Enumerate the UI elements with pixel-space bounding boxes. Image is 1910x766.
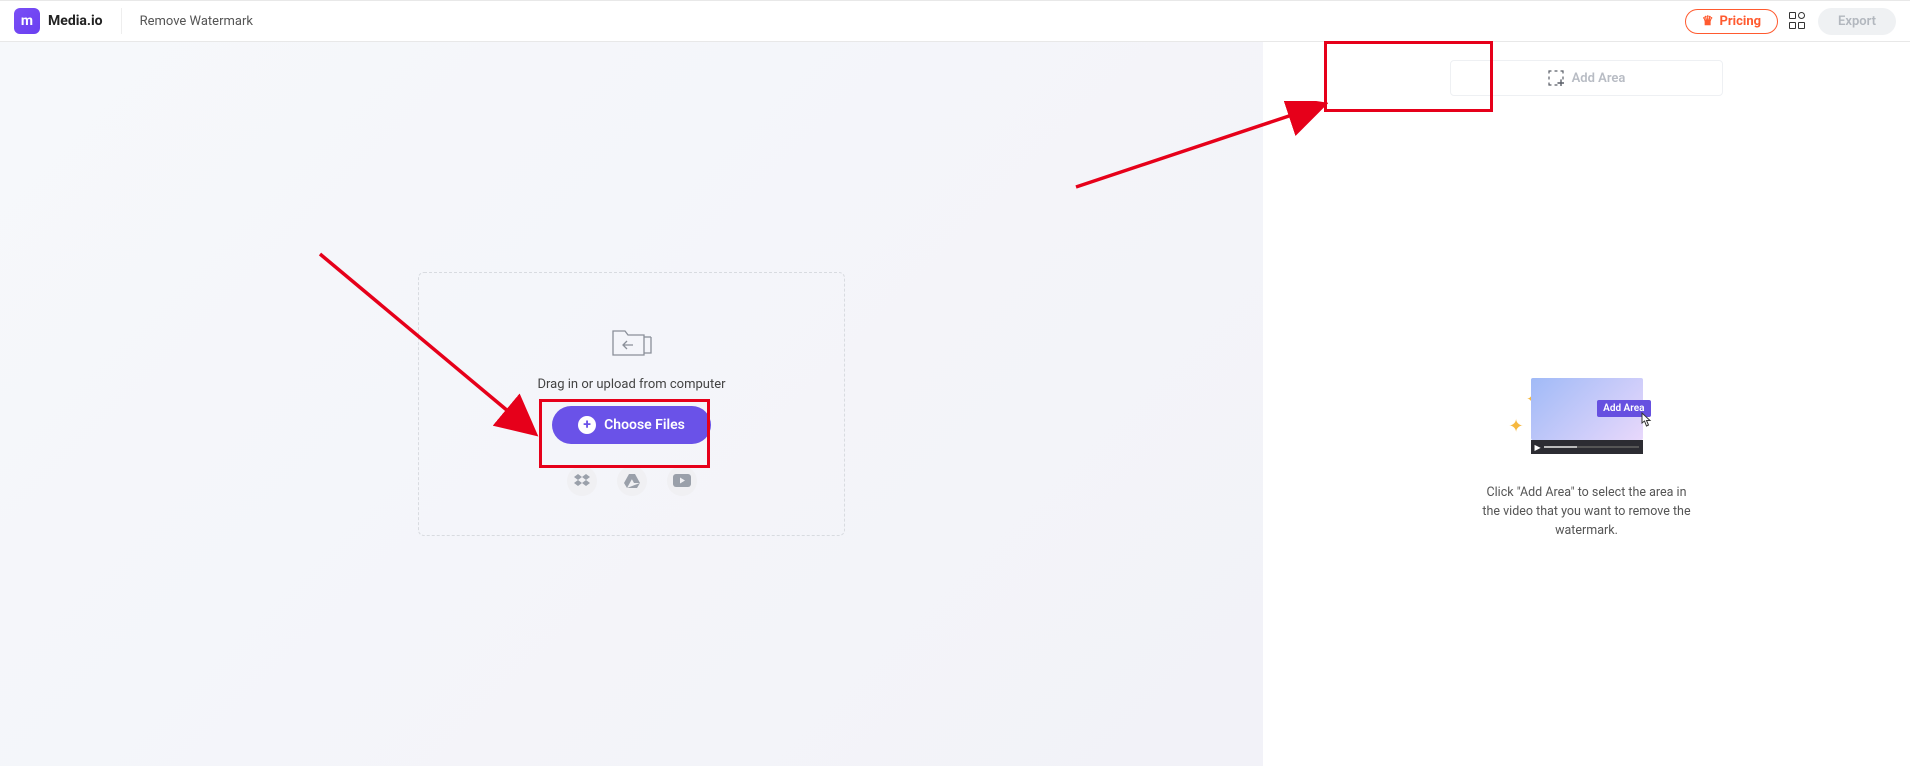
dropbox-icon[interactable] xyxy=(567,466,597,496)
google-drive-icon[interactable] xyxy=(617,466,647,496)
upload-dropzone[interactable]: Drag in or upload from computer + Choose… xyxy=(418,272,845,536)
help-text: Click "Add Area" to select the area in t… xyxy=(1477,484,1697,540)
brand-name: Media.io xyxy=(48,13,103,29)
pricing-label: Pricing xyxy=(1720,14,1762,29)
app-header: m Media.io Remove Watermark ♛ Pricing Ex… xyxy=(0,0,1910,42)
play-icon: ▶ xyxy=(1535,443,1541,452)
page-title: Remove Watermark xyxy=(121,8,253,34)
preview-timeline: ▶ xyxy=(1531,440,1643,454)
pricing-button[interactable]: ♛ Pricing xyxy=(1685,9,1778,34)
upload-hint-text: Drag in or upload from computer xyxy=(537,377,725,392)
cloud-provider-row xyxy=(567,466,697,496)
brand-logo-icon: m xyxy=(14,8,40,34)
cursor-pointer-icon xyxy=(1639,412,1653,432)
preview-thumbnail: ✦ ✦ Add Area ▶ xyxy=(1531,378,1643,454)
header-actions: ♛ Pricing Export xyxy=(1685,8,1896,35)
choose-files-label: Choose Files xyxy=(604,417,685,433)
help-preview: ✦ ✦ Add Area ▶ Click "Add Area" to selec… xyxy=(1477,378,1697,540)
add-area-label: Add Area xyxy=(1572,71,1626,86)
main-area: Drag in or upload from computer + Choose… xyxy=(0,42,1910,766)
canvas-area: Drag in or upload from computer + Choose… xyxy=(0,42,1263,766)
youtube-icon[interactable] xyxy=(667,466,697,496)
logo-group[interactable]: m Media.io xyxy=(14,8,103,34)
sparkle-icon: ✦ xyxy=(1509,416,1524,437)
plus-circle-icon: + xyxy=(578,416,596,434)
add-area-button[interactable]: Add Area xyxy=(1450,60,1723,96)
export-button[interactable]: Export xyxy=(1818,8,1896,35)
apps-grid-icon[interactable] xyxy=(1788,11,1808,31)
selection-add-icon xyxy=(1548,70,1564,86)
choose-files-button[interactable]: + Choose Files xyxy=(552,406,711,444)
folder-upload-icon xyxy=(611,323,653,363)
timeline-track xyxy=(1544,446,1639,448)
crown-icon: ♛ xyxy=(1702,14,1714,29)
right-panel: Add Area ✦ ✦ Add Area ▶ Click "Add Area"… xyxy=(1263,42,1910,766)
